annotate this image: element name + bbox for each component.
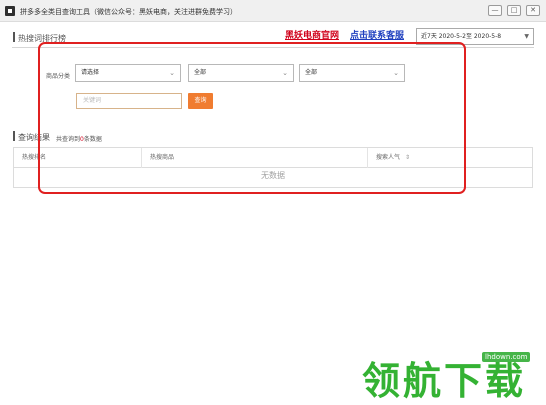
title-bar: 拼多多全类目查询工具（微信公众号：黑妖电商，关注进群免费学习） — □ ✕ bbox=[0, 0, 546, 22]
official-site-link[interactable]: 黑妖电商官网 bbox=[285, 28, 339, 41]
app-icon bbox=[5, 6, 15, 16]
section-marker bbox=[13, 131, 15, 141]
maximize-button[interactable]: □ bbox=[507, 5, 521, 16]
watermark-url: lhdown.com bbox=[482, 352, 531, 362]
chevron-down-icon: ▼ bbox=[524, 33, 529, 40]
close-button[interactable]: ✕ bbox=[526, 5, 540, 16]
contact-service-link[interactable]: 点击联系客服 bbox=[350, 28, 404, 41]
section-marker bbox=[13, 32, 15, 42]
highlight-box bbox=[38, 42, 466, 194]
window-title: 拼多多全类目查询工具（微信公众号：黑妖电商，关注进群免费学习） bbox=[20, 8, 237, 16]
minimize-button[interactable]: — bbox=[488, 5, 502, 16]
date-range-value: 近7天 2020-5-2至 2020-5-8 bbox=[421, 33, 502, 40]
